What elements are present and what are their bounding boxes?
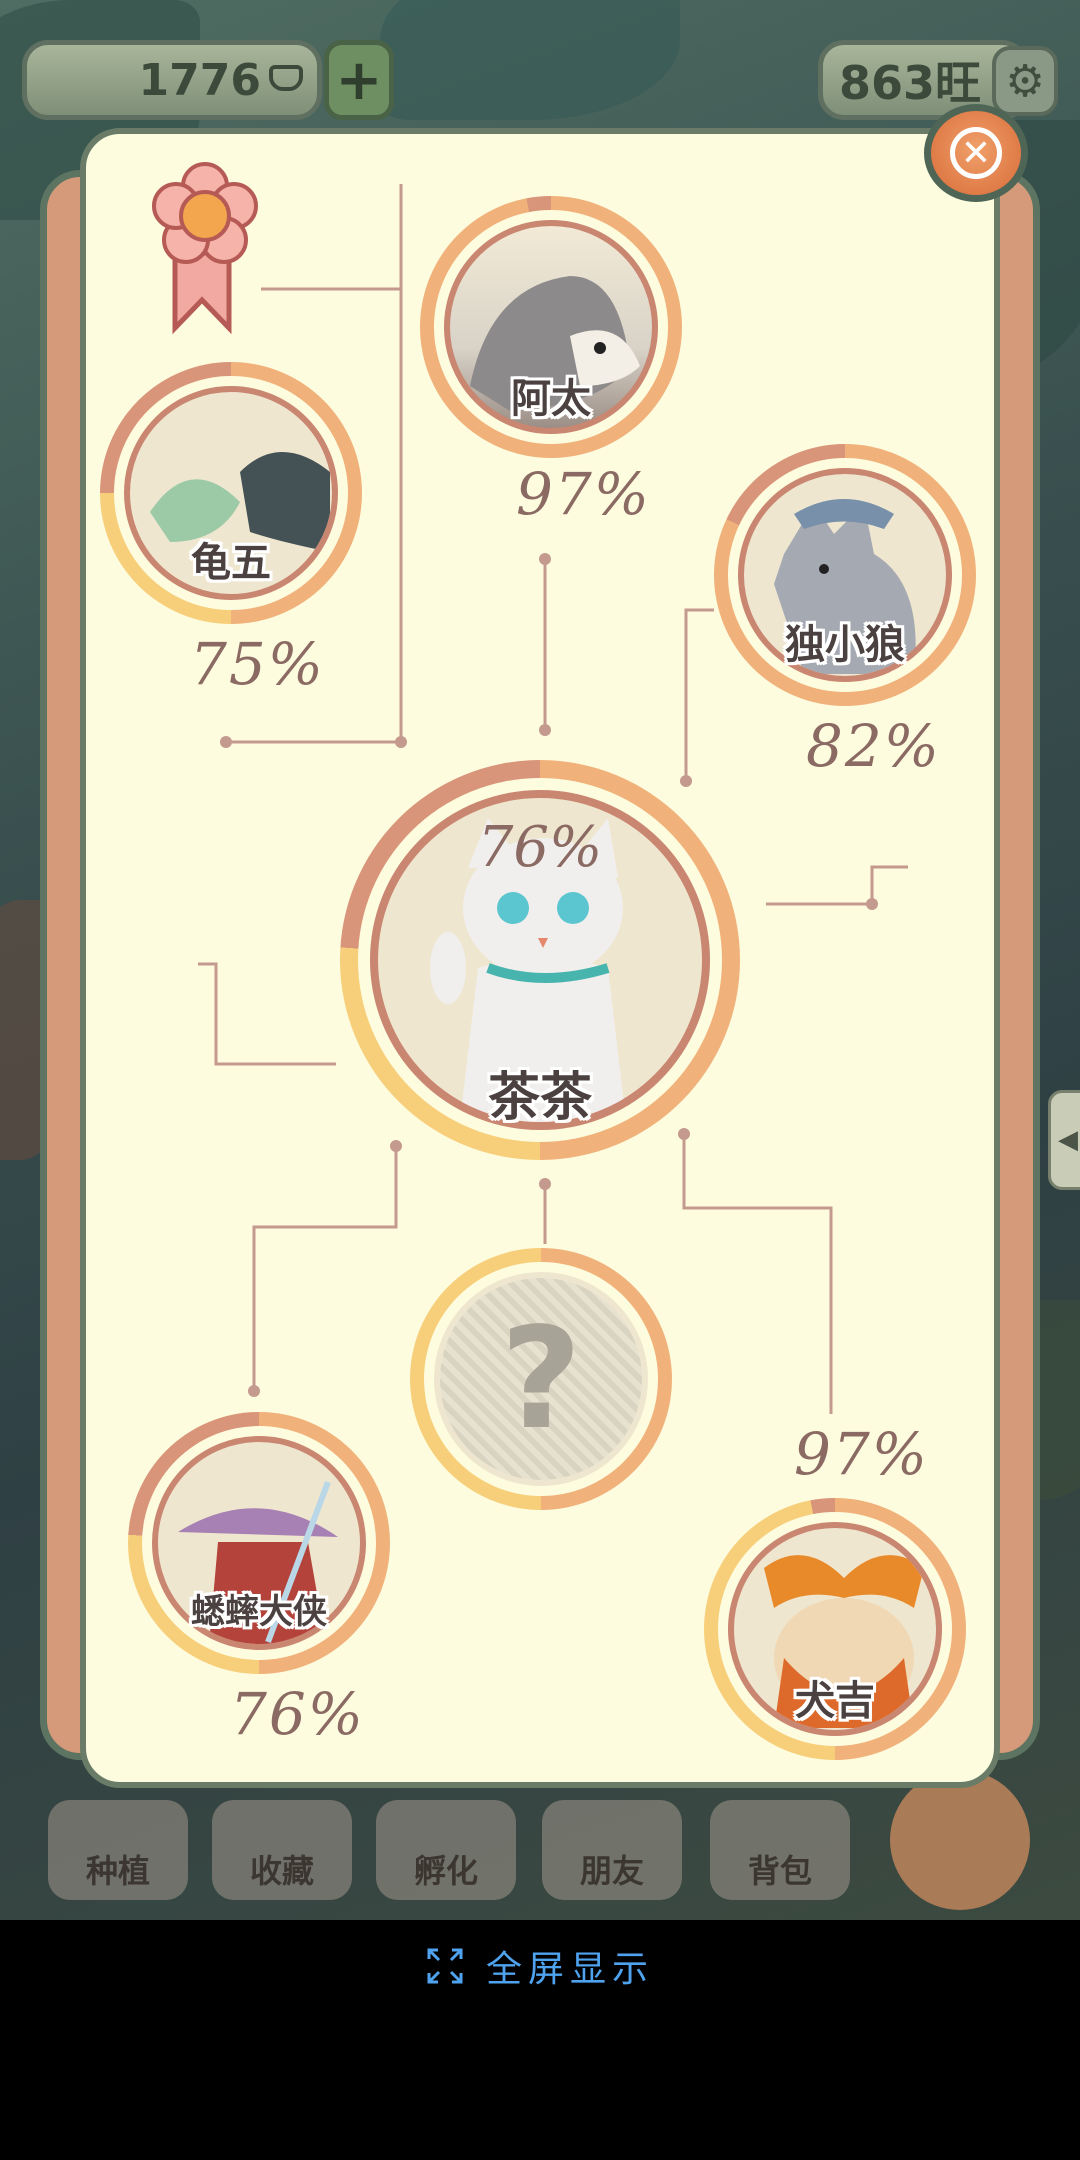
add-coins-button[interactable]: +	[324, 40, 394, 120]
nav-collection[interactable]: 收藏	[212, 1800, 352, 1900]
clover-decoration	[890, 1770, 1030, 1910]
gear-icon: ⚙	[1005, 55, 1045, 107]
affinity-percent: 76%	[477, 815, 603, 880]
nav-backpack[interactable]: 背包	[710, 1800, 850, 1900]
background-foliage	[380, 0, 680, 120]
rosette-badge-icon	[152, 162, 258, 335]
nav-label: 朋友	[579, 1852, 644, 1890]
character-quanji[interactable]: 犬吉	[704, 1498, 966, 1760]
nav-planting[interactable]: 种植	[48, 1800, 188, 1900]
connector-line	[766, 865, 908, 906]
affinity-percent: 82%	[806, 712, 941, 780]
character-name: 独小狼	[785, 622, 905, 668]
character-name: 犬吉	[795, 1678, 875, 1724]
character-atai[interactable]: 阿太	[420, 196, 682, 458]
fullscreen-label: 全屏显示	[485, 1949, 654, 1990]
character-duxiaolang[interactable]: 独小狼	[714, 444, 976, 706]
nav-friends[interactable]: 朋友	[542, 1800, 682, 1900]
affinity-percent: 97%	[516, 460, 651, 528]
gold-ingot-icon	[269, 65, 303, 91]
nav-label: 收藏	[249, 1852, 314, 1890]
character-guiwu[interactable]: 龟五	[100, 362, 362, 624]
nav-label: 背包	[747, 1852, 812, 1890]
connector-dot	[220, 736, 232, 748]
character-name: 龟五	[191, 540, 271, 586]
connector-dot	[539, 1178, 551, 1190]
energy-value: 863旺	[839, 56, 982, 110]
connector-line	[682, 1134, 833, 1414]
connector-dot	[248, 1385, 260, 1397]
fullscreen-toggle[interactable]: 全屏显示	[0, 1940, 1080, 1992]
locked-portrait: ?	[434, 1272, 648, 1486]
connector-dot	[390, 1140, 402, 1152]
fullscreen-icon	[427, 1948, 463, 1984]
settings-button[interactable]: ⚙	[992, 46, 1058, 116]
affinity-percent: 97%	[794, 1420, 929, 1488]
connector-line	[684, 608, 714, 781]
character-xishuaidaxia[interactable]: 蟋蟀大侠	[128, 1412, 390, 1674]
nav-hatch[interactable]: 孵化	[376, 1800, 516, 1900]
game-screen: 1776 + 863旺 ⚙ 种植 收藏 孵化 朋友 背包 ◀ 阿太 97% 龟五…	[0, 0, 1080, 1920]
nav-label: 孵化	[413, 1852, 478, 1890]
connector-line	[252, 1146, 398, 1391]
close-icon: ✕	[950, 127, 1002, 179]
question-mark-icon: ?	[500, 1297, 582, 1461]
character-name: 茶茶	[487, 1068, 592, 1128]
chevron-left-icon: ◀	[1058, 1125, 1078, 1155]
character-chacha[interactable]: 76% 茶茶	[340, 760, 740, 1160]
coin-counter: 1776	[22, 40, 322, 120]
connector-line	[198, 962, 336, 1066]
coin-value: 1776	[138, 54, 261, 106]
connector-dot	[866, 898, 878, 910]
side-expand-tab[interactable]: ◀	[1048, 1090, 1080, 1190]
nav-label: 种植	[85, 1852, 150, 1890]
affinity-percent: 75%	[190, 630, 325, 698]
character-name: 阿太	[511, 376, 591, 422]
character-name: 蟋蟀大侠	[191, 1592, 327, 1632]
affinity-percent: 76%	[230, 1680, 365, 1748]
close-button[interactable]: ✕	[924, 104, 1028, 202]
connector-dot	[539, 553, 551, 565]
character-unknown[interactable]: ?	[410, 1248, 672, 1510]
connector-dot	[395, 736, 407, 748]
connector-dot	[539, 724, 551, 736]
connector-dot	[680, 775, 692, 787]
